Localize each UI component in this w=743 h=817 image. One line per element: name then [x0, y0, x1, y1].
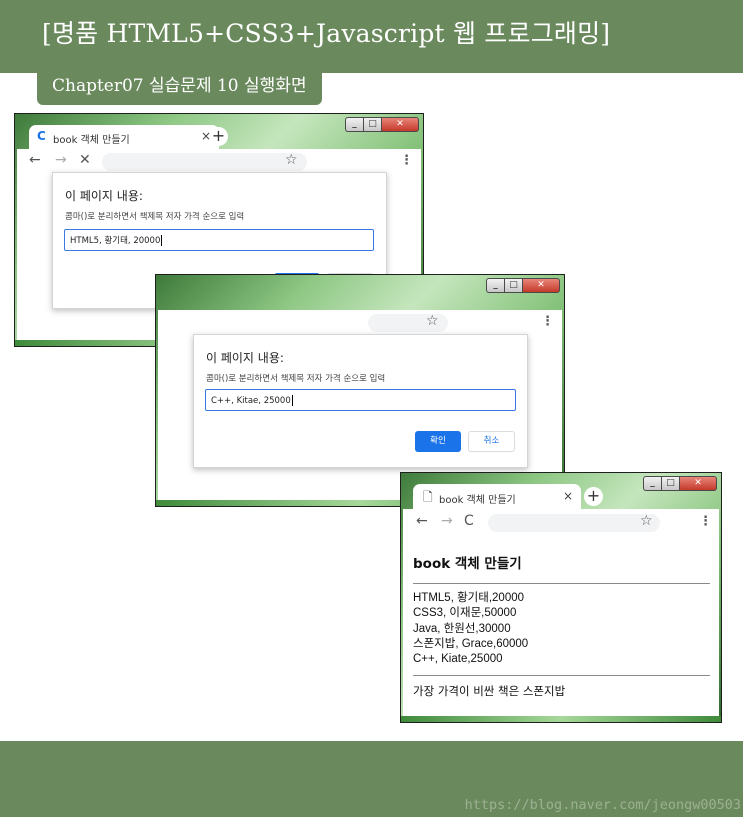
book-item: 스폰지밥, Grace,60000 — [413, 637, 529, 650]
browser-tab[interactable]: 🗋 book 객체 만들기 × — [413, 484, 581, 509]
loading-spinner-icon: C — [37, 129, 46, 143]
window-controls: _ □ ✕ — [643, 476, 717, 491]
back-icon[interactable]: ← — [416, 513, 428, 529]
bookmark-star-icon[interactable]: ☆ — [640, 513, 653, 529]
prompt-input[interactable]: C++, Kitae, 25000 — [205, 389, 516, 411]
browser-toolbar: ← → C ☆ ⋮ — [403, 509, 719, 537]
forward-icon[interactable]: → — [55, 152, 67, 168]
divider — [413, 675, 710, 676]
prompt-input-value: C++, Kitae, 25000 — [211, 396, 291, 406]
forward-icon[interactable]: → — [441, 513, 453, 529]
text-caret — [161, 235, 163, 246]
result-text: 가장 가격이 비싼 책은 스폰지밥 — [413, 684, 566, 698]
book-item: HTML5, 황기태,20000 — [413, 592, 525, 604]
blog-url: https://blog.naver.com/jeongw00503 — [464, 797, 741, 813]
chapter-badge: Chapter07 실습문제 10 실행화면 — [37, 67, 322, 105]
back-icon[interactable]: ← — [29, 152, 41, 168]
divider — [413, 583, 710, 584]
text-caret — [291, 395, 293, 406]
prompt-input[interactable]: HTML5, 황기태, 20000 — [64, 229, 374, 251]
stop-icon[interactable]: ✕ — [79, 152, 91, 168]
tab-close-icon[interactable]: × — [563, 489, 573, 503]
minimize-icon[interactable]: _ — [486, 278, 504, 293]
dialog-message: 콤마()로 분리하면서 책제목 저자 가격 순으로 입력 — [65, 212, 245, 222]
dialog-title: 이 페이지 내용: — [65, 189, 143, 203]
maximize-icon[interactable]: □ — [661, 476, 679, 491]
tab-title: book 객체 만들기 — [439, 495, 516, 506]
prompt-input-value: HTML5, 황기태, 20000 — [70, 236, 161, 246]
book-item: Java, 한원선,30000 — [413, 622, 511, 635]
window-edge — [401, 716, 721, 722]
prompt-dialog: 이 페이지 내용: 콤마()로 분리하면서 책제목 저자 가격 순으로 입력 C… — [193, 334, 528, 468]
dialog-title: 이 페이지 내용: — [206, 351, 284, 365]
window-controls: _ □ ✕ — [345, 117, 419, 132]
close-window-icon[interactable]: ✕ — [679, 476, 717, 491]
document-icon: 🗋 — [423, 490, 433, 504]
tab-title: book 객체 만들기 — [53, 135, 130, 146]
book-item: CSS3, 이재문,50000 — [413, 607, 517, 620]
menu-icon[interactable]: ⋮ — [541, 314, 554, 329]
book-list: HTML5, 황기태,20000 CSS3, 이재문,50000 Java, 한… — [413, 591, 528, 667]
page-title: [명품 HTML5+CSS3+Javascript 웹 프로그래밍] — [42, 19, 611, 48]
maximize-icon[interactable]: □ — [504, 278, 522, 293]
minimize-icon[interactable]: _ — [643, 476, 661, 491]
header-banner: [명품 HTML5+CSS3+Javascript 웹 프로그래밍] — [0, 0, 743, 73]
browser-toolbar: ☆ ⋮ — [158, 310, 562, 336]
reload-icon[interactable]: C — [464, 513, 474, 529]
maximize-icon[interactable]: □ — [363, 117, 381, 132]
browser-window-2: _ □ ✕ ☆ ⋮ 이 페이지 내용: 콤마()로 분리하면서 책제목 저자 가… — [156, 275, 564, 506]
menu-icon[interactable]: ⋮ — [400, 153, 413, 168]
new-tab-button[interactable]: + — [584, 487, 603, 506]
footer-bar: https://blog.naver.com/jeongw00503 — [0, 741, 743, 817]
close-window-icon[interactable]: ✕ — [522, 278, 560, 293]
bookmark-star-icon[interactable]: ☆ — [285, 152, 298, 168]
menu-icon[interactable]: ⋮ — [699, 514, 712, 529]
page-content: book 객체 만들기 HTML5, 황기태,20000 CSS3, 이재문,5… — [403, 537, 719, 716]
cancel-button[interactable]: 취소 — [468, 431, 515, 452]
browser-tab[interactable]: C book 객체 만들기 × — [29, 125, 219, 149]
minimize-icon[interactable]: _ — [345, 117, 363, 132]
address-bar[interactable] — [488, 514, 660, 532]
browser-window-3: _ □ ✕ 🗋 book 객체 만들기 × + ← → C ☆ ⋮ book 객… — [401, 473, 721, 722]
close-window-icon[interactable]: ✕ — [381, 117, 419, 132]
book-item: C++, Kiate,25000 — [413, 653, 503, 666]
address-bar[interactable] — [102, 153, 307, 171]
page-heading: book 객체 만들기 — [413, 556, 522, 572]
window-controls: _ □ ✕ — [486, 278, 560, 293]
dialog-message: 콤마()로 분리하면서 책제목 저자 가격 순으로 입력 — [206, 374, 386, 384]
ok-button[interactable]: 확인 — [415, 431, 461, 452]
bookmark-star-icon[interactable]: ☆ — [426, 313, 439, 329]
new-tab-button[interactable]: + — [209, 127, 228, 146]
